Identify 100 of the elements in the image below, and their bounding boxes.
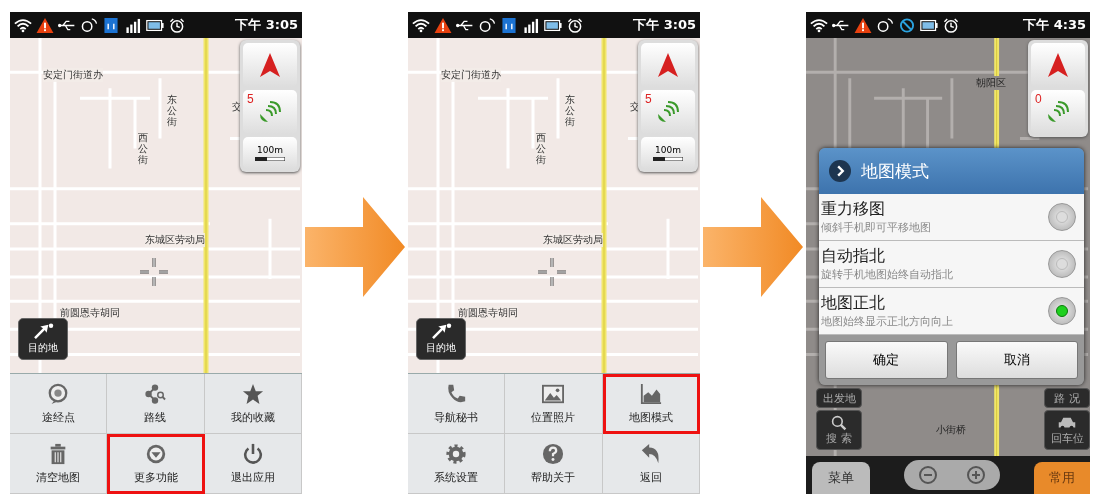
satellite-count: 5 xyxy=(645,92,652,106)
power-icon xyxy=(241,442,264,465)
map-label: 西公街 xyxy=(138,132,148,165)
status-time: 下午 3:05 xyxy=(633,16,696,34)
wifi-icon xyxy=(810,17,828,33)
signal-icon xyxy=(124,17,142,33)
network-icon xyxy=(500,17,518,33)
warning-icon xyxy=(854,17,872,33)
mode-option[interactable]: 自动指北 旋转手机地图始终自动指北 xyxy=(819,241,1084,288)
menu-item[interactable]: 导航秘书 xyxy=(408,374,506,434)
satellite-icon xyxy=(1046,100,1070,124)
share-nodes-icon xyxy=(144,382,167,405)
parking-button[interactable]: 回车位 xyxy=(1044,410,1090,450)
star-icon xyxy=(241,382,264,405)
scale-label: 100m xyxy=(257,145,283,155)
map-label: 安定门街道办 xyxy=(441,68,501,82)
status-time: 下午 3:05 xyxy=(235,16,298,34)
menu-item[interactable]: 帮助关于 xyxy=(505,434,603,494)
dialog-button[interactable]: 确定 xyxy=(825,341,948,379)
menu-item[interactable]: 地图模式 xyxy=(602,374,700,434)
warning-icon xyxy=(36,17,54,33)
alarm-icon xyxy=(168,17,186,33)
option-description: 地图始终显示正北方向向上 xyxy=(821,314,954,329)
menu-item[interactable]: 我的收藏 xyxy=(204,374,302,434)
search-icon xyxy=(830,414,848,431)
menu-item[interactable]: 系统设置 xyxy=(408,434,506,494)
crosshair-icon xyxy=(537,257,567,287)
sync-icon xyxy=(478,17,496,33)
menu-item[interactable]: 退出应用 xyxy=(204,434,302,494)
zoom-out-icon[interactable] xyxy=(918,465,938,485)
destination-button[interactable]: 目的地 xyxy=(416,318,466,360)
gear-icon xyxy=(445,442,468,465)
scale-bar-icon xyxy=(653,157,683,161)
map-label: 小街桥 xyxy=(936,423,966,437)
north-arrow-icon xyxy=(260,52,280,78)
traffic-button[interactable]: 路 况 xyxy=(1044,388,1090,408)
menu-item[interactable]: 清空地图 xyxy=(10,434,108,494)
map-label: 前圆恩寺胡同 xyxy=(60,306,120,320)
map-label: 安定门街道办 xyxy=(43,68,103,82)
map-label: 前圆恩寺胡同 xyxy=(458,306,518,320)
blocked-icon xyxy=(898,17,916,33)
satellite-icon xyxy=(656,100,680,124)
battery-icon xyxy=(544,17,562,33)
area-chart-icon xyxy=(640,383,663,405)
satellite-count: 0 xyxy=(1035,92,1042,106)
chevron-icon xyxy=(829,160,851,182)
dialog-button[interactable]: 取消 xyxy=(955,341,1078,379)
menu-item[interactable]: 返回 xyxy=(602,434,700,494)
warning-icon xyxy=(434,17,452,33)
destination-button[interactable]: 目的地 xyxy=(18,318,68,360)
map-label: 东公街 xyxy=(565,94,575,127)
dropdown-icon xyxy=(145,443,167,465)
option-title: 地图正北 xyxy=(821,293,886,314)
dialog-title: 地图模式 xyxy=(861,159,929,183)
zoom-in-icon[interactable] xyxy=(966,465,986,485)
north-arrow-icon xyxy=(658,52,678,78)
menu-item[interactable]: 路线 xyxy=(107,374,205,434)
image-icon xyxy=(542,382,565,405)
alarm-icon xyxy=(942,17,960,33)
alarm-icon xyxy=(566,17,584,33)
signal-icon xyxy=(522,17,540,33)
crosshair-icon xyxy=(139,257,169,287)
satellite-icon xyxy=(258,100,282,124)
wifi-icon xyxy=(412,17,430,33)
search-button[interactable]: 搜 索 xyxy=(816,410,862,450)
sync-icon xyxy=(876,17,894,33)
mode-option[interactable]: 重力移图 倾斜手机即可平移地图 xyxy=(819,194,1084,241)
phone-icon xyxy=(445,382,468,405)
common-button[interactable]: 常用 xyxy=(1034,462,1090,494)
radio-button[interactable] xyxy=(1048,203,1076,231)
menu-item[interactable]: 更多功能 xyxy=(107,434,205,494)
map-label: 东城区劳动局 xyxy=(543,233,603,247)
wifi-icon xyxy=(14,17,32,33)
arrow-pin-icon xyxy=(32,323,54,339)
radio-button[interactable] xyxy=(1048,297,1076,325)
radio-button[interactable] xyxy=(1048,250,1076,278)
map-label: 东城区劳动局 xyxy=(145,233,205,247)
status-time: 下午 4:35 xyxy=(1023,16,1086,34)
battery-icon xyxy=(146,17,164,33)
menu-button[interactable]: 菜单 xyxy=(812,462,870,494)
mode-option[interactable]: 地图正北 地图始终显示正北方向向上 xyxy=(819,288,1084,335)
help-icon xyxy=(542,442,565,465)
arrow-pin-icon xyxy=(430,323,452,339)
start-button[interactable]: 出发地 xyxy=(816,388,862,408)
menu-item[interactable]: 途经点 xyxy=(10,374,108,434)
waypoint-icon xyxy=(47,382,70,405)
scale-label: 100m xyxy=(655,145,681,155)
menu-item[interactable]: 位置照片 xyxy=(505,374,603,434)
sync-icon xyxy=(80,17,98,33)
battery-icon xyxy=(920,17,938,33)
scale-bar-icon xyxy=(255,157,285,161)
satellite-count: 5 xyxy=(247,92,254,106)
option-description: 旋转手机地图始终自动指北 xyxy=(821,267,954,282)
map-label: 东公街 xyxy=(167,94,177,127)
map-label: 朝阳区 xyxy=(976,76,1006,90)
option-title: 重力移图 xyxy=(821,199,886,220)
map-label: 西公街 xyxy=(536,132,546,165)
network-icon xyxy=(102,17,120,33)
option-title: 自动指北 xyxy=(821,246,886,267)
option-description: 倾斜手机即可平移地图 xyxy=(821,220,932,235)
